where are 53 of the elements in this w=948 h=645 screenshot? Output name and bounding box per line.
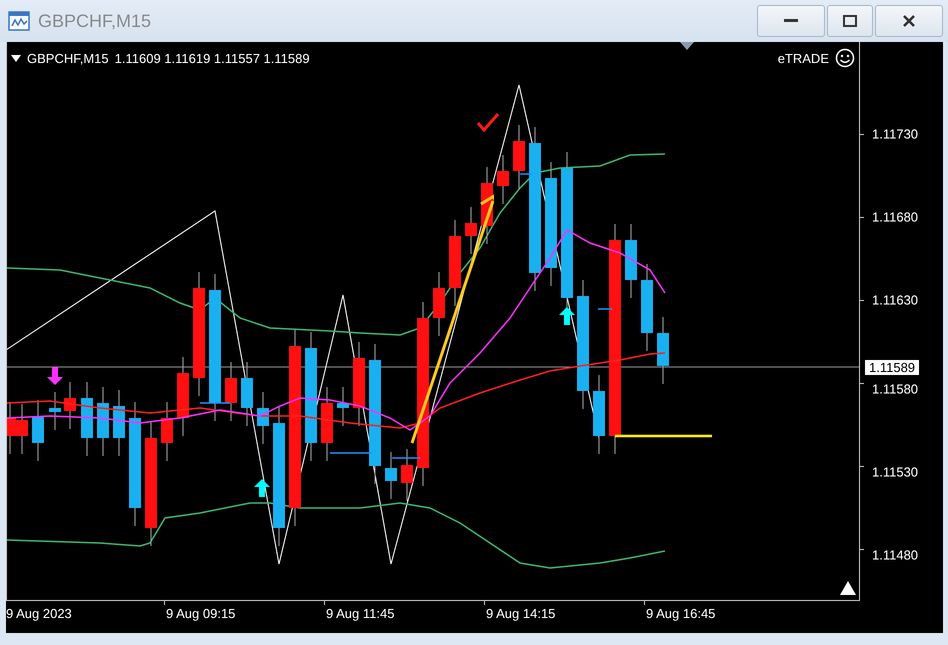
price-tick-label: 1.11680 [872, 210, 918, 224]
down-arrow-icon [47, 367, 63, 385]
chart-window-icon [8, 11, 30, 31]
maximize-icon [843, 15, 857, 27]
candlestick [657, 316, 669, 384]
signal-dash [520, 173, 532, 175]
candlestick [465, 206, 477, 254]
signal-dash [392, 457, 420, 459]
candlestick [241, 362, 253, 426]
window-title: GBPCHF,M15 [38, 10, 152, 32]
up-arrow-icon [254, 479, 270, 497]
candlestick [49, 392, 61, 430]
broker-label: eTRADE [778, 50, 829, 66]
candlestick [513, 124, 525, 190]
candlestick [7, 402, 16, 454]
time-tick-label: 9 Aug 09:15 [166, 606, 236, 621]
dropdown-caret-icon[interactable] [11, 54, 21, 62]
close-icon [902, 14, 916, 28]
candlestick [337, 386, 349, 426]
close-button[interactable] [875, 5, 943, 37]
time-tick-label: 9 Aug 11:45 [326, 606, 394, 621]
up-arrow-icon [559, 307, 575, 325]
time-tick-label: 9 Aug 16:45 [646, 606, 716, 621]
candlestick [32, 400, 44, 462]
checkmark-icon [476, 112, 500, 132]
price-tick-label: 1.11630 [872, 292, 918, 308]
signal-dash [598, 308, 612, 310]
smiley-icon [835, 48, 855, 68]
candlestick [64, 382, 76, 430]
candlestick [97, 386, 109, 456]
candlestick [16, 404, 28, 454]
time-tick-label: 9 Aug 14:15 [486, 606, 556, 621]
price-tick-label: 1.11530 [872, 464, 918, 480]
candlestick [433, 272, 445, 336]
time-tick-label: 9 Aug 2023 [6, 606, 72, 621]
candlestick [385, 452, 397, 500]
candlestick [401, 448, 413, 502]
ohlc-values: 1.11609 1.11619 1.11557 1.11589 [114, 50, 310, 66]
candlestick [497, 154, 509, 204]
symbol-label: GBPCHF,M15 [27, 50, 109, 66]
candlestick [161, 402, 173, 462]
chart-shift-icon[interactable] [840, 581, 856, 595]
maximize-button[interactable] [827, 5, 873, 37]
minimize-icon [784, 19, 798, 23]
price-tick-label: 1.11730 [872, 126, 918, 142]
candlestick [113, 390, 125, 456]
price-tick-label: 1.11480 [872, 548, 918, 562]
signal-dash [200, 402, 230, 404]
candlestick [225, 362, 237, 422]
current-price-tag: 1.11589 [864, 359, 920, 376]
signal-dash [330, 452, 372, 454]
candlestick [257, 392, 269, 444]
price-tick-label: 1.11580 [872, 382, 918, 396]
